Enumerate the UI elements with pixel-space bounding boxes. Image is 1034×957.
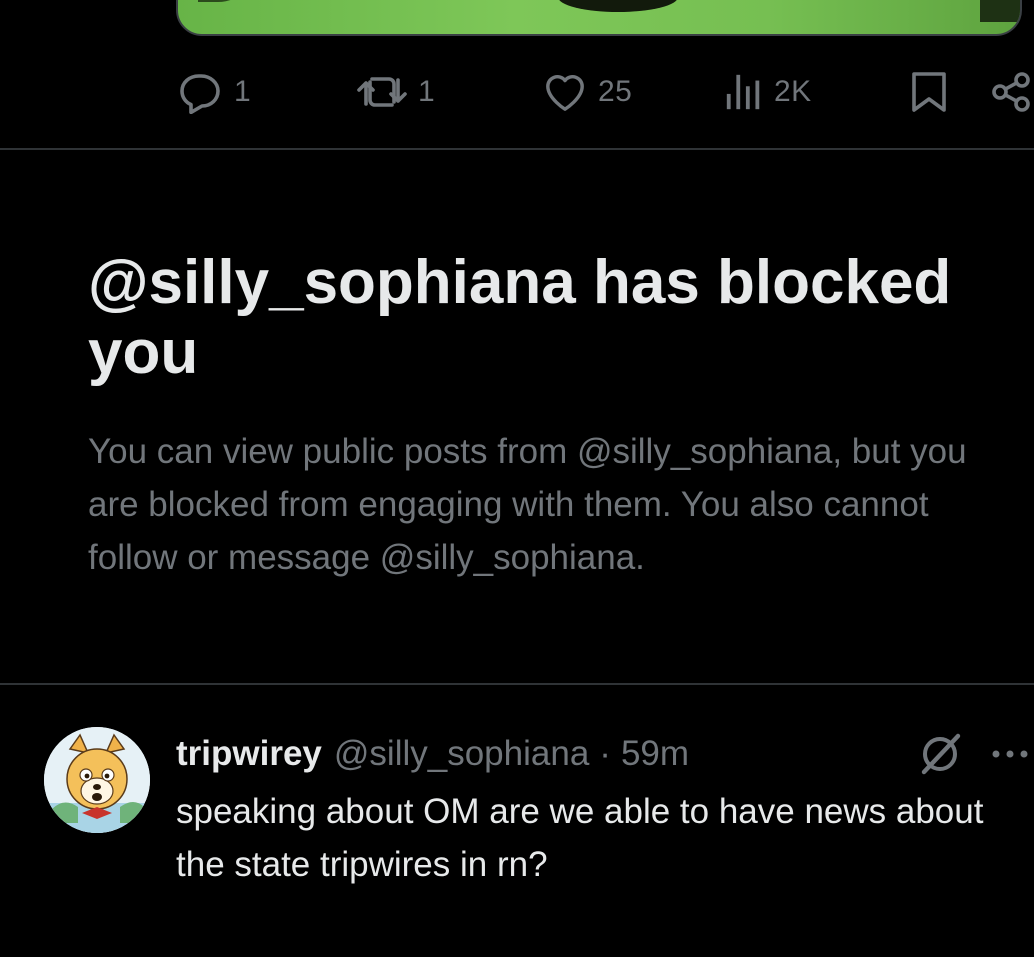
divider: [0, 148, 1034, 150]
post-action-bar: 1 1 25 2K: [0, 62, 1034, 122]
reply-timestamp[interactable]: 59m: [621, 734, 689, 774]
reply-display-name[interactable]: tripwirey: [176, 734, 322, 774]
repost-count: 1: [418, 75, 436, 108]
reply-icon: [180, 74, 220, 114]
bookmark-icon: [912, 72, 946, 112]
grok-button[interactable]: [916, 730, 964, 778]
bookmark-button[interactable]: [910, 70, 948, 114]
reply-separator: ·: [599, 734, 611, 773]
share-button[interactable]: [990, 70, 1034, 114]
views-button[interactable]: 2K: [724, 70, 812, 114]
avatar[interactable]: [44, 727, 150, 833]
reply-handle[interactable]: @silly_sophiana: [334, 734, 589, 774]
grok-icon: [921, 733, 961, 775]
repost-button[interactable]: 1: [356, 70, 435, 114]
heart-icon: [546, 75, 584, 111]
media-shadow: [558, 0, 678, 12]
blocked-notice-title: @silly_sophiana has blocked you: [88, 248, 952, 387]
media-shadow: [980, 0, 1020, 22]
avatar-image: [44, 727, 150, 833]
more-options-button[interactable]: [990, 740, 1034, 768]
share-icon: [992, 72, 1030, 112]
more-options-icon: [992, 750, 1028, 758]
media-shadow: [198, 0, 258, 2]
divider: [0, 683, 1034, 685]
blocked-notice-body: You can view public posts from @silly_so…: [88, 432, 967, 577]
repost-icon: [357, 77, 407, 107]
like-count: 25: [598, 75, 633, 108]
reply-text: speaking about OM are we able to have ne…: [176, 792, 984, 884]
reply-count: 1: [234, 75, 252, 108]
like-button[interactable]: 25: [542, 70, 632, 114]
reply-header: tripwirey @silly_sophiana · 59m: [176, 730, 689, 778]
views-icon: [726, 74, 760, 110]
post-media-image[interactable]: [176, 0, 1022, 36]
view-count: 2K: [774, 75, 812, 108]
reply-button[interactable]: 1: [176, 70, 251, 114]
